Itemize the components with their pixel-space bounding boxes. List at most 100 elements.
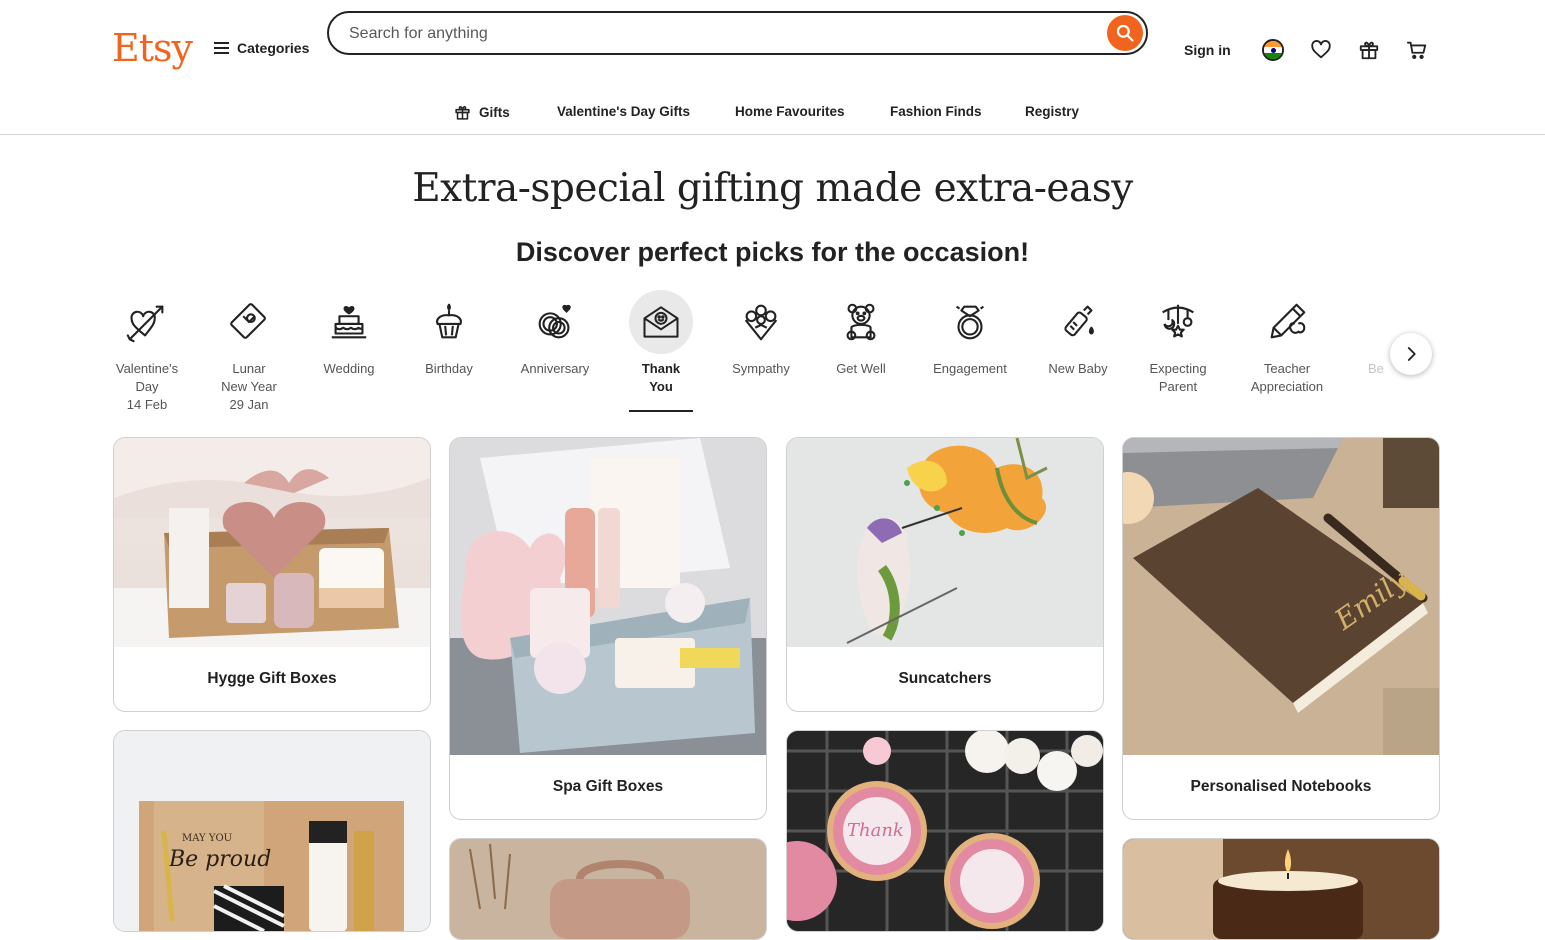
search-input[interactable]: [347, 21, 1071, 47]
rings-icon: [523, 290, 587, 354]
card-image: [787, 438, 1103, 647]
wedding-cake-icon: [317, 290, 381, 354]
sign-in-link[interactable]: Sign in: [1184, 42, 1231, 58]
search-icon: [1116, 24, 1134, 42]
cupcake-icon: [417, 290, 481, 354]
etsy-logo[interactable]: Etsy: [112, 24, 193, 72]
card-suncatchers[interactable]: Suncatchers: [786, 437, 1104, 712]
occasion-anniversary[interactable]: Anniversary: [505, 290, 605, 378]
occasion-label: New Year: [221, 379, 277, 394]
occasion-expecting-parent[interactable]: Expecting Parent: [1128, 290, 1228, 396]
chevron-right-icon: [1407, 347, 1416, 361]
occasion-label: Parent: [1158, 379, 1198, 394]
occasion-label: Anniversary: [520, 361, 590, 376]
heart-arrow-icon: [115, 290, 179, 354]
categories-button[interactable]: Categories: [214, 40, 309, 56]
page-headline: Extra-special gifting made extra-easy: [412, 166, 1133, 211]
card-caption: Hygge Gift Boxes: [207, 670, 337, 687]
card-caption: Suncatchers: [898, 670, 992, 687]
occasion-engagement[interactable]: Engagement: [920, 290, 1020, 378]
subnav-home-favourites[interactable]: Home Favourites: [735, 104, 845, 119]
red-envelope-icon: [217, 290, 281, 354]
search-button[interactable]: [1107, 15, 1143, 51]
sub-navigation: Gifts Valentine's Day Gifts Home Favouri…: [0, 92, 1545, 135]
occasion-sympathy[interactable]: Sympathy: [711, 290, 811, 378]
bouquet-icon: [729, 290, 793, 354]
baby-bottle-icon: [1046, 290, 1110, 354]
occasion-label: Lunar: [232, 361, 266, 376]
occasion-label: You: [649, 379, 673, 394]
subnav-fashion-finds[interactable]: Fashion Finds: [890, 104, 982, 119]
occasion-label: Wedding: [323, 361, 375, 376]
occasion-lunar-new-year[interactable]: Lunar New Year 29 Jan: [199, 290, 299, 414]
occasion-label: Birthday: [425, 361, 473, 376]
gift-icon: [1359, 41, 1379, 60]
subnav-label: Registry: [1025, 104, 1080, 119]
cart-icon: [1406, 41, 1427, 59]
occasion-label: Day: [135, 379, 159, 394]
card-image: [1123, 839, 1439, 939]
card-caption: Personalised Notebooks: [1190, 778, 1372, 795]
occasion-label: Thank: [641, 361, 681, 376]
occasion-get-well[interactable]: Get Well: [811, 290, 911, 378]
subnav-registry[interactable]: Registry: [1025, 104, 1079, 119]
next-occasions-button[interactable]: [1390, 333, 1432, 375]
occasion-date: 29 Jan: [229, 397, 269, 412]
partial-icon: [1368, 290, 1392, 354]
categories-label: Categories: [237, 40, 310, 56]
card-image: [114, 438, 430, 647]
card-image: MAY YOU Be proud: [114, 731, 430, 931]
gift-icon: [455, 106, 470, 120]
occasion-label: Valentine's: [115, 361, 179, 376]
cart-button[interactable]: [1404, 37, 1430, 63]
subnav-label: Home Favourites: [735, 104, 845, 119]
svg-text:Thank: Thank: [847, 820, 904, 841]
search-bar: [327, 11, 1148, 55]
gift-mode-button[interactable]: [1356, 37, 1382, 63]
subnav-valentines[interactable]: Valentine's Day Gifts: [557, 104, 690, 119]
svg-text:MAY YOU: MAY YOU: [182, 833, 232, 844]
occasion-label: Appreciation: [1250, 379, 1324, 394]
pencil-apple-icon: [1255, 290, 1319, 354]
baby-mobile-icon: [1146, 290, 1210, 354]
occasion-wedding[interactable]: Wedding: [299, 290, 399, 378]
teddy-bear-icon: [829, 290, 893, 354]
active-tab-indicator: [629, 410, 693, 412]
card-personalised-notebooks[interactable]: Emily Personalised Notebooks: [1122, 437, 1440, 820]
thank-you-envelope-icon: [629, 290, 693, 354]
occasion-label: Engagement: [933, 361, 1007, 376]
diamond-ring-icon: [938, 290, 1002, 354]
card-hygge-gift-boxes[interactable]: Hygge Gift Boxes: [113, 437, 431, 712]
card-spa-gift-boxes[interactable]: Spa Gift Boxes: [449, 437, 767, 820]
occasion-birthday[interactable]: Birthday: [399, 290, 499, 378]
card-image: Thank: [787, 731, 1103, 931]
occasion-label: New Baby: [1048, 361, 1108, 376]
card-image: Emily: [1123, 438, 1439, 755]
occasion-date: 14 Feb: [126, 397, 168, 412]
menu-icon: [214, 42, 229, 54]
card-thank-you-cookies[interactable]: Thank: [786, 730, 1104, 932]
occasion-label: Teacher: [1263, 361, 1311, 376]
card-candles[interactable]: [1122, 838, 1440, 940]
subnav-label: Fashion Finds: [890, 104, 982, 119]
occasion-partial[interactable]: Be: [1368, 290, 1392, 378]
subnav-gifts[interactable]: Gifts: [454, 104, 510, 121]
subnav-label: Gifts: [479, 105, 510, 120]
page-subheadline: Discover perfect picks for the occasion!: [515, 237, 1030, 267]
favorites-button[interactable]: [1308, 37, 1334, 63]
occasion-teacher-appreciation[interactable]: Teacher Appreciation: [1237, 290, 1337, 396]
subnav-label: Valentine's Day Gifts: [557, 104, 691, 119]
occasion-thank-you[interactable]: Thank You: [611, 290, 711, 412]
card-gift-box-be-proud[interactable]: MAY YOU Be proud: [113, 730, 431, 932]
card-caption: Spa Gift Boxes: [552, 778, 664, 795]
india-flag-icon: [1262, 39, 1284, 61]
card-image: [450, 839, 766, 939]
region-button[interactable]: [1260, 37, 1286, 63]
card-image: [450, 438, 766, 755]
heart-icon: [1311, 40, 1331, 59]
occasion-valentines-day[interactable]: Valentine's Day 14 Feb: [97, 290, 197, 414]
occasion-new-baby[interactable]: New Baby: [1028, 290, 1128, 378]
occasion-label: Sympathy: [732, 361, 790, 376]
card-travel-bag[interactable]: [449, 838, 767, 940]
occasion-label: Get Well: [836, 361, 886, 376]
